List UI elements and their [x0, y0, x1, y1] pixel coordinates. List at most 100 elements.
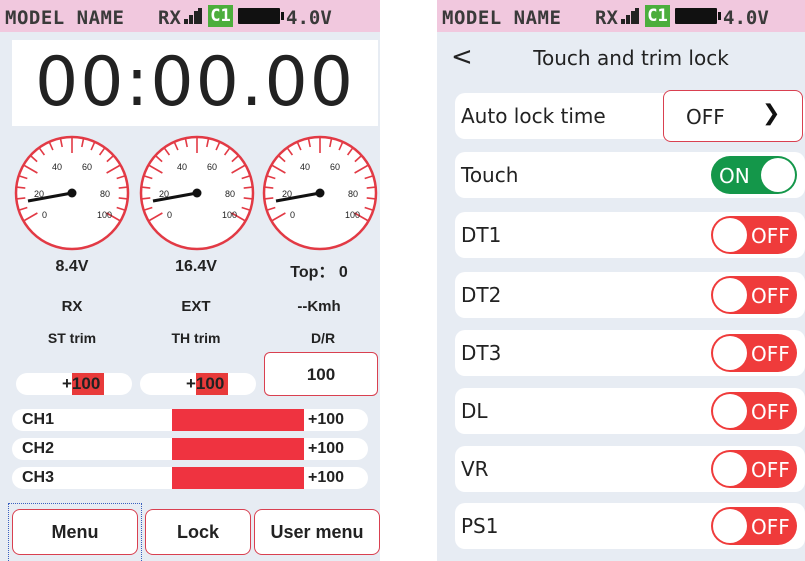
rx-label: RX	[158, 7, 181, 29]
toggle-state-text: OFF	[751, 342, 790, 366]
touch-trim-lock-screen: MODEL NAME RX C1 4.0V < Touch and trim l…	[437, 0, 805, 561]
setting-label: DT3	[461, 341, 502, 365]
channel-bar	[172, 438, 304, 460]
toggle-state-text: OFF	[751, 224, 790, 248]
st-trim-label: ST trim	[47, 330, 97, 346]
gauge-tick-label: 40	[177, 162, 187, 172]
rx-voltage-value: 8.4V	[55, 258, 89, 275]
ext-voltage-gauge: 20 40 60 80 100 0	[139, 135, 255, 251]
toggle-switch[interactable]: OFF	[711, 276, 797, 314]
top-speed-value: Top： 0	[290, 264, 348, 281]
model-name: MODEL NAME	[442, 7, 562, 29]
gauge-tick-label: 60	[207, 162, 217, 172]
gauge-tick-label: 20	[282, 189, 292, 199]
user-menu-button[interactable]: User menu	[254, 509, 380, 555]
setting-row-vr: VR OFF	[455, 446, 805, 492]
toggle-switch[interactable]: OFF	[711, 507, 797, 545]
page-title: Touch and trim lock	[533, 46, 729, 70]
channel-value: +100	[308, 440, 345, 457]
speed-gauge: 20 40 60 80 100 0	[262, 135, 378, 251]
main-screen: MODEL NAME RX C1 4.0V 00:00.00 20 40 60 80 1…	[0, 0, 380, 561]
gauge-tick-label: 0	[290, 210, 295, 220]
gauge-tick-label: 80	[100, 189, 110, 199]
ext-voltage-value: 16.4V	[175, 258, 217, 275]
toggle-state-text: OFF	[751, 400, 790, 424]
menu-button[interactable]: Menu	[12, 509, 138, 555]
gauge-tick-label: 40	[52, 162, 62, 172]
toggle-switch[interactable]: ON	[711, 156, 797, 194]
channel-name: CH3	[22, 469, 55, 486]
setting-label: DL	[461, 399, 488, 423]
setting-row-touch: Touch ON	[455, 152, 805, 198]
nav-bar: < Touch and trim lock	[437, 34, 805, 82]
signal-icon	[184, 8, 202, 24]
gauge-tick-label: 40	[300, 162, 310, 172]
toggle-knob	[713, 394, 747, 428]
channel-row-ch3: CH3 +100	[12, 467, 368, 489]
channel-row-ch1: CH1 +100	[12, 409, 368, 431]
channel-row-ch2: CH2 +100	[12, 438, 368, 460]
status-bar: MODEL NAME RX C1 4.0V	[437, 0, 805, 32]
channel-badge: C1	[645, 5, 670, 27]
toggle-knob	[761, 158, 795, 192]
gauge-tick-label: 60	[330, 162, 340, 172]
voltage-readout: 4.0V	[723, 7, 769, 29]
setting-label: DT2	[461, 283, 502, 307]
toggle-state-text: ON	[719, 164, 750, 188]
auto-lock-time-value: OFF	[686, 105, 725, 129]
channel-name: CH1	[22, 411, 55, 428]
setting-label: PS1	[461, 514, 499, 538]
toggle-switch[interactable]: OFF	[711, 334, 797, 372]
battery-icon	[675, 8, 721, 24]
rx-voltage-gauge: 20 40 60 80 100 0	[14, 135, 130, 251]
setting-row-ps1: PS1 OFF	[455, 503, 805, 549]
dr-label: D/R	[310, 330, 336, 346]
chevron-down-icon: ❯	[762, 101, 781, 126]
gauge-tick-label: 100	[222, 210, 237, 220]
setting-row-dl: DL OFF	[455, 388, 805, 434]
gauge-tick-label: 0	[167, 210, 172, 220]
gauge-tick-label: 20	[159, 189, 169, 199]
toggle-state-text: OFF	[751, 458, 790, 482]
setting-label: DT1	[461, 223, 502, 247]
lock-button[interactable]: Lock	[145, 509, 251, 555]
gauge-tick-label: 60	[82, 162, 92, 172]
gauge-tick-label: 20	[34, 189, 44, 199]
channel-bar	[172, 467, 304, 489]
toggle-knob	[713, 336, 747, 370]
battery-icon	[238, 8, 284, 24]
rx-label: RX	[595, 7, 618, 29]
toggle-knob	[713, 452, 747, 486]
th-trim-indicator[interactable]: +100	[140, 373, 256, 395]
speed-unit-label: --Kmh	[297, 298, 341, 315]
auto-lock-time-label: Auto lock time	[461, 104, 606, 128]
ext-gauge-label: EXT	[181, 298, 211, 315]
toggle-knob	[713, 278, 747, 312]
model-name: MODEL NAME	[5, 7, 125, 29]
gauge-tick-label: 100	[345, 210, 360, 220]
toggle-state-text: OFF	[751, 515, 790, 539]
dr-value-box[interactable]: 100	[264, 352, 378, 396]
rx-gauge-label: RX	[61, 298, 83, 315]
st-trim-indicator[interactable]: +100	[16, 373, 132, 395]
gauge-tick-label: 100	[97, 210, 112, 220]
th-trim-value: +100	[186, 374, 225, 393]
channel-badge: C1	[208, 5, 233, 27]
toggle-knob	[713, 218, 747, 252]
th-trim-label: TH trim	[171, 330, 221, 346]
channel-name: CH2	[22, 440, 55, 457]
toggle-switch[interactable]: OFF	[711, 392, 797, 430]
setting-label: VR	[461, 457, 489, 481]
setting-label: Touch	[461, 163, 519, 187]
voltage-readout: 4.0V	[286, 7, 332, 29]
timer-display[interactable]: 00:00.00	[12, 40, 378, 126]
toggle-switch[interactable]: OFF	[711, 450, 797, 488]
auto-lock-time-dropdown[interactable]: OFF ❯	[663, 90, 803, 142]
gauge-tick-label: 0	[42, 210, 47, 220]
setting-row-dt2: DT2 OFF	[455, 272, 805, 318]
channel-value: +100	[308, 411, 345, 428]
signal-icon	[621, 8, 639, 24]
channel-value: +100	[308, 469, 345, 486]
toggle-state-text: OFF	[751, 284, 790, 308]
toggle-switch[interactable]: OFF	[711, 216, 797, 254]
